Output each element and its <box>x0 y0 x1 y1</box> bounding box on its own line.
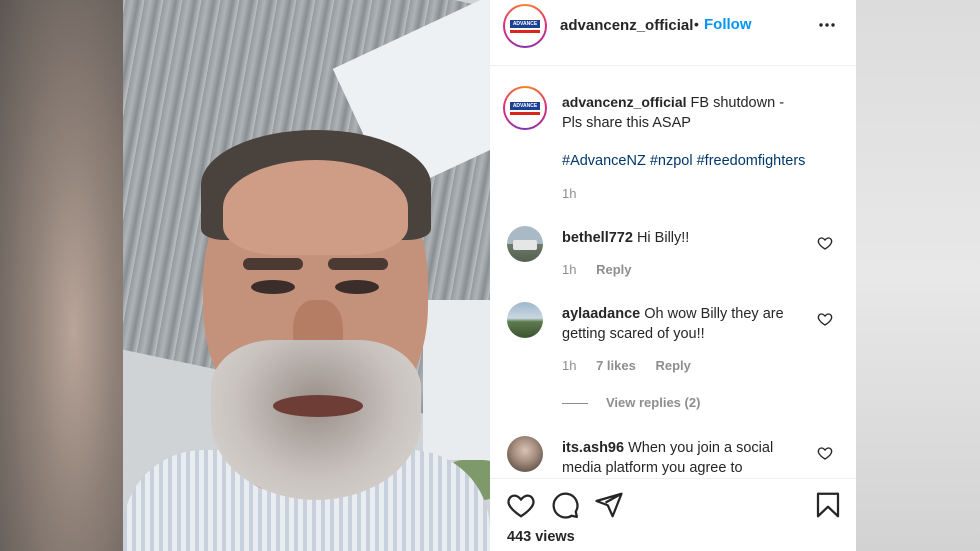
video-mouth <box>273 395 363 417</box>
instagram-post-view: ADVANCE NZ advancenz_official • Follow A… <box>0 0 980 551</box>
comment-avatar[interactable] <box>507 226 543 262</box>
post-side-panel: ADVANCE NZ advancenz_official • Follow A… <box>490 0 856 551</box>
caption-text: advancenz_official FB shutdown - Pls sha… <box>562 92 807 133</box>
video-brow-right <box>328 258 388 270</box>
advance-nz-logo: ADVANCE NZ <box>510 99 540 117</box>
caption-time[interactable]: 1h <box>562 186 576 201</box>
reply-button[interactable]: Reply <box>655 358 690 373</box>
view-replies-button[interactable]: View replies (2) <box>606 395 700 410</box>
post-actions-bar: 443 views <box>490 478 856 551</box>
background-blur-left <box>0 0 123 551</box>
comment-like-icon[interactable] <box>817 311 833 327</box>
advance-nz-logo: ADVANCE NZ <box>510 17 540 35</box>
video-beard <box>211 340 421 500</box>
view-replies-line <box>562 403 588 404</box>
comment-icon[interactable] <box>550 490 580 520</box>
comment-time[interactable]: 1h <box>562 358 576 373</box>
comment-avatar[interactable] <box>507 436 543 472</box>
comment-time[interactable]: 1h <box>562 262 576 277</box>
comment-like-icon[interactable] <box>817 235 833 251</box>
caption-hashtags[interactable]: #AdvanceNZ #nzpol #freedomfighters <box>562 151 807 171</box>
video-forehead <box>223 160 408 255</box>
post-video[interactable] <box>123 0 490 551</box>
send-icon[interactable] <box>594 490 624 520</box>
follow-button[interactable]: Follow <box>704 16 752 33</box>
comment-like-icon[interactable] <box>817 445 833 461</box>
comment-text: bethell772 Hi Billy!! <box>562 230 690 246</box>
caption-username[interactable]: advancenz_official <box>562 94 687 110</box>
heart-icon[interactable] <box>506 490 536 520</box>
comment-meta: 1h 7 likes Reply <box>562 358 707 373</box>
bookmark-icon[interactable] <box>813 490 843 520</box>
comments-list[interactable]: ADVANCE NZ advancenz_official FB shutdow… <box>490 66 856 478</box>
comment-meta: 1h Reply <box>562 262 648 277</box>
video-eye-right <box>335 280 379 294</box>
reply-button[interactable]: Reply <box>596 262 631 277</box>
video-eye-left <box>251 280 295 294</box>
video-brow-left <box>243 258 303 270</box>
video-sky-right <box>423 300 490 460</box>
comment-likes[interactable]: 7 likes <box>596 358 636 373</box>
comment-text: its.ash96 When you join a social media p… <box>562 440 774 476</box>
author-avatar[interactable]: ADVANCE NZ <box>503 4 547 48</box>
caption-avatar[interactable]: ADVANCE NZ <box>503 86 547 130</box>
author-username[interactable]: advancenz_official <box>560 17 693 34</box>
background-blur-right <box>856 0 980 551</box>
comment-username[interactable]: its.ash96 <box>562 440 624 456</box>
comment-username[interactable]: aylaadance <box>562 306 640 322</box>
view-count[interactable]: 443 views <box>507 529 575 545</box>
comment-username[interactable]: bethell772 <box>562 230 633 246</box>
header-separator: • <box>694 16 699 32</box>
comment-avatar[interactable] <box>507 302 543 338</box>
post-header: ADVANCE NZ advancenz_official • Follow <box>490 0 856 66</box>
comment-text: aylaadance Oh wow Billy they are getting… <box>562 306 784 342</box>
more-options-icon[interactable] <box>818 16 836 39</box>
